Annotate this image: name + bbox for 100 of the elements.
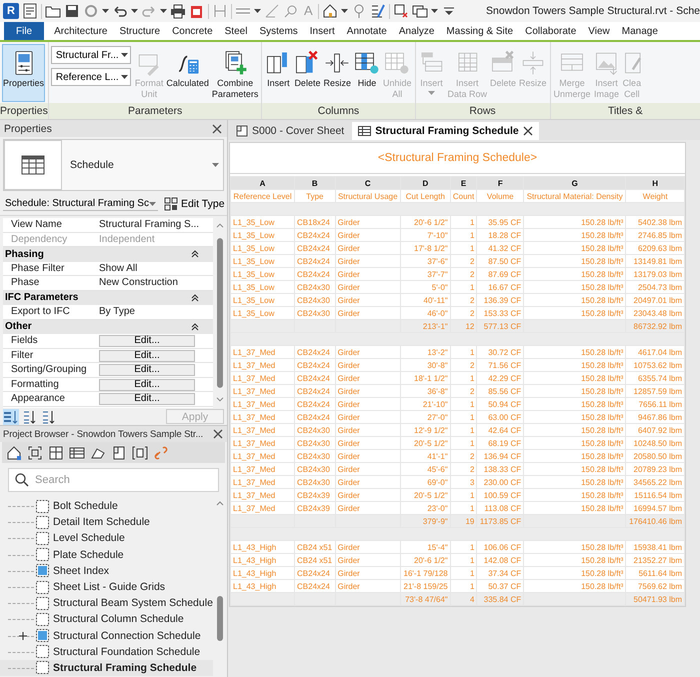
caret-icon[interactable] bbox=[160, 9, 167, 13]
house-icon[interactable] bbox=[322, 3, 338, 19]
sort-ascending-icon[interactable] bbox=[22, 408, 38, 424]
table-cell: 27'-0" bbox=[400, 410, 450, 424]
parameter-dropdown[interactable]: Reference L... bbox=[50, 68, 131, 86]
tree-item[interactable]: Bolt Schedule bbox=[0, 498, 213, 514]
ribbon-tab[interactable]: Systems bbox=[253, 22, 304, 40]
table-cell: 20'-5 1/2" bbox=[400, 436, 450, 450]
ribbon-tab[interactable]: File bbox=[4, 22, 44, 40]
table-cell: CB24x30 bbox=[294, 476, 336, 488]
print-icon[interactable] bbox=[170, 3, 186, 19]
ribbon-tab[interactable]: Collaborate bbox=[519, 22, 582, 40]
ribbon-button[interactable]: Resize bbox=[322, 44, 352, 102]
ribbon-tab[interactable]: Massing & Site bbox=[440, 22, 520, 40]
edit-button[interactable]: Edit... bbox=[99, 335, 196, 348]
table-cell: 35.95 CF bbox=[476, 216, 524, 228]
ribbon-tab[interactable]: Manage bbox=[616, 22, 664, 40]
caret-icon[interactable] bbox=[102, 9, 109, 13]
tree-item[interactable]: Structural Column Schedule bbox=[0, 611, 213, 628]
caret-icon[interactable] bbox=[254, 9, 261, 13]
ribbon-tab[interactable]: Steel bbox=[218, 22, 254, 40]
tree-item[interactable]: Structural Beam System Schedule bbox=[0, 595, 213, 612]
table-cell: 150.28 lb/ft³ bbox=[524, 346, 626, 358]
table-cell: 12857.59 lbm bbox=[626, 384, 684, 398]
table-cell: CB24x30 bbox=[294, 436, 336, 450]
ribbon-tab[interactable]: View bbox=[582, 22, 616, 40]
table-cell: 4617.04 lbm bbox=[626, 346, 684, 358]
edit-button[interactable]: Edit... bbox=[99, 350, 196, 362]
close-icon[interactable] bbox=[211, 122, 223, 134]
tree-item[interactable]: Structural Framing Schedule bbox=[0, 660, 213, 676]
tree-item[interactable]: Structural Connection Schedule bbox=[0, 628, 213, 644]
save-icon[interactable] bbox=[64, 3, 80, 19]
table-cell: 1 bbox=[450, 280, 477, 294]
total-cell: 379'-9" bbox=[400, 514, 450, 528]
type-selector[interactable]: Schedule bbox=[3, 139, 224, 191]
total-cell: 213'-1" bbox=[400, 320, 450, 332]
export-icon[interactable] bbox=[189, 3, 205, 19]
table-cell: Girder bbox=[335, 294, 400, 306]
close-icon[interactable] bbox=[212, 428, 224, 440]
edit-button[interactable]: Edit... bbox=[99, 364, 196, 376]
instance-dropdown[interactable]: Schedule: Structural Framing Sc bbox=[3, 197, 158, 211]
tree-item[interactable]: Sheet Index bbox=[0, 562, 213, 579]
table-cell: CB24x30 bbox=[294, 294, 336, 306]
table-cell: 41'-1" bbox=[400, 450, 450, 462]
edit-type-button[interactable]: Edit Type bbox=[162, 197, 227, 211]
switch-windows-icon[interactable] bbox=[412, 3, 428, 19]
search-field[interactable]: Search bbox=[8, 468, 219, 492]
linework-icon[interactable] bbox=[370, 3, 386, 19]
tree-item[interactable]: Level Schedule bbox=[0, 530, 213, 547]
house-icon[interactable] bbox=[6, 444, 22, 460]
ribbon-button[interactable]: Calculated bbox=[165, 44, 210, 102]
table-cell: 13'-2" bbox=[400, 346, 450, 358]
ribbon-button[interactable]: Properties bbox=[2, 44, 46, 102]
section-header[interactable]: Other bbox=[3, 320, 214, 334]
table-cell: L1_35_Low bbox=[230, 268, 294, 280]
sort-descending-icon[interactable] bbox=[41, 408, 57, 424]
categorized-icon[interactable] bbox=[3, 408, 19, 424]
close-windows-icon[interactable] bbox=[392, 3, 409, 19]
edit-button[interactable]: Edit... bbox=[99, 393, 196, 406]
tree-item[interactable]: Sheet List - Guide Grids bbox=[0, 578, 213, 596]
table-cell: 87.69 CF bbox=[476, 268, 524, 280]
ribbon-button[interactable]: Delete bbox=[293, 44, 322, 102]
table-cell: 20'-5 1/2" bbox=[400, 488, 450, 502]
table-cell: 20'-6 1/2" bbox=[400, 554, 450, 566]
table-cell: CB24x24 bbox=[294, 372, 336, 384]
ribbon-button[interactable]: Hide bbox=[352, 44, 381, 102]
table-cell: CB24x24 bbox=[294, 566, 336, 580]
ribbon-tab[interactable]: Concrete bbox=[166, 22, 219, 40]
table-cell: Girder bbox=[335, 398, 400, 410]
edit-button[interactable]: Edit... bbox=[99, 378, 196, 391]
table-cell: 150.28 lb/ft³ bbox=[524, 398, 626, 410]
ribbon-tab[interactable]: Analyze bbox=[392, 22, 440, 40]
views-icon[interactable] bbox=[48, 444, 64, 460]
schedule-icon[interactable] bbox=[69, 444, 85, 460]
caret-icon[interactable] bbox=[430, 9, 438, 13]
ribbon-tab[interactable]: Annotate bbox=[340, 22, 393, 40]
document-icon[interactable] bbox=[22, 3, 38, 19]
close-icon[interactable] bbox=[522, 126, 533, 136]
ribbon-button[interactable]: Combine Parameters bbox=[210, 44, 260, 102]
ribbon-tab[interactable]: Structure bbox=[113, 22, 166, 40]
section-header[interactable]: IFC Parameters bbox=[3, 290, 214, 305]
measure-icon[interactable] bbox=[212, 3, 228, 19]
tree-item[interactable]: Detail Item Schedule bbox=[0, 514, 213, 530]
table-cell: 68.19 CF bbox=[476, 436, 524, 450]
sheet-icon[interactable] bbox=[111, 444, 127, 460]
group-icon[interactable] bbox=[132, 444, 148, 460]
section-header[interactable]: Phasing bbox=[3, 247, 214, 262]
document-tab[interactable]: Structural Framing Schedule bbox=[352, 122, 539, 140]
app-logo[interactable]: R bbox=[3, 3, 19, 19]
zoom-fit-icon[interactable] bbox=[27, 444, 43, 460]
ribbon-tab[interactable]: Insert bbox=[304, 22, 341, 40]
table-cell: CB24x24 bbox=[294, 410, 336, 424]
total-cell: 176410.46 lbm bbox=[626, 514, 684, 528]
property-name: Fields bbox=[10, 335, 39, 346]
caret-icon[interactable] bbox=[131, 9, 138, 13]
ribbon-tab[interactable]: Architecture bbox=[48, 22, 114, 40]
ribbon-button[interactable]: Insert bbox=[264, 44, 292, 102]
caret-icon[interactable] bbox=[340, 9, 348, 13]
tree-item[interactable]: Plate Schedule bbox=[0, 546, 213, 563]
parameter-dropdown[interactable]: Structural Fr... bbox=[50, 46, 131, 64]
